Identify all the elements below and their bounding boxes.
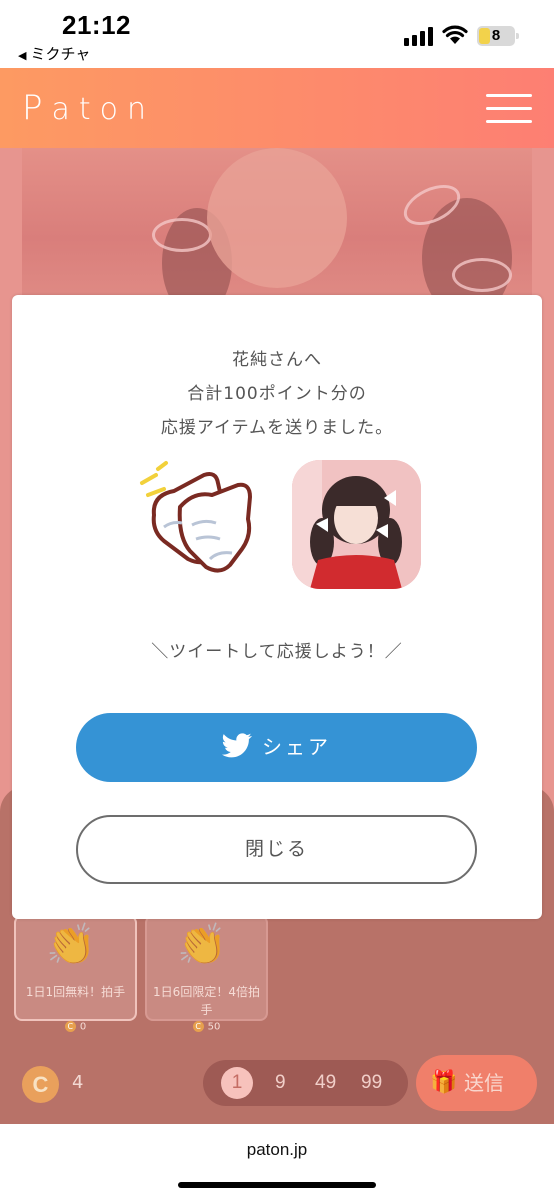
share-button[interactable]: シェア xyxy=(76,713,477,782)
gift-icon: 🎁 xyxy=(430,1070,458,1095)
tweet-prompt: ＼ツイートして応援しよう！／ xyxy=(151,642,403,662)
modal-message-line: 応援アイテムを送りました。 xyxy=(160,418,394,438)
modal-message-line: 花純さんへ xyxy=(232,350,322,370)
back-triangle-icon: ◀ xyxy=(18,49,27,62)
send-button[interactable]: 🎁 送信 xyxy=(416,1055,537,1111)
status-time: 21:12 xyxy=(62,10,131,40)
twitter-bird-icon xyxy=(222,733,252,758)
recipient-photo xyxy=(292,460,421,589)
modal-message-line: 合計100ポイント分の xyxy=(187,384,367,404)
site-header: Paton xyxy=(0,68,554,148)
clapping-hands-icon: 👏 xyxy=(177,922,227,968)
cellular-signal-icon xyxy=(404,26,434,46)
coin-icon: C xyxy=(64,1021,76,1032)
modal-message: 花純さんへ 合計100ポイント分の 応援アイテムを送りました。 xyxy=(12,343,542,445)
item-cost: C 50 xyxy=(145,1021,268,1033)
home-indicator[interactable] xyxy=(178,1182,376,1188)
coin-balance: 4 xyxy=(72,1072,84,1093)
back-app-label: ミクチャ xyxy=(30,45,91,63)
browser-bar: paton.jp xyxy=(0,1124,554,1200)
clapping-hands-icon: 👏 xyxy=(46,922,96,968)
back-to-app-link[interactable]: ◀ ミクチャ xyxy=(18,43,90,64)
quantity-option-99[interactable]: 99 xyxy=(361,1072,382,1094)
hamburger-menu-icon[interactable] xyxy=(486,94,532,124)
item-cost: C0 xyxy=(14,1021,137,1033)
close-button[interactable]: 閉じる xyxy=(76,815,477,884)
recipient-avatar xyxy=(292,460,421,589)
url-label[interactable]: paton.jp xyxy=(0,1140,554,1160)
coin-balance-icon: C xyxy=(22,1066,59,1103)
quantity-option-1[interactable]: 1 xyxy=(221,1067,253,1099)
item-card-4x-clap[interactable]: 👏 1日6回限定！4倍拍手 xyxy=(145,915,268,1021)
quantity-option-49[interactable]: 49 xyxy=(315,1072,336,1094)
coin-icon: C xyxy=(192,1021,204,1032)
item-name: 1日6回限定！4倍拍手 xyxy=(153,985,260,1017)
battery-icon: 8 xyxy=(477,26,519,46)
clapping-gloves-icon xyxy=(140,461,252,573)
item-card-free-clap[interactable]: 👏 1日1回無料！拍手 xyxy=(14,915,137,1021)
paton-logo[interactable]: Paton xyxy=(22,88,155,128)
share-label: シェア xyxy=(262,735,331,759)
quantity-option-9[interactable]: 9 xyxy=(275,1072,286,1094)
item-name: 1日1回無料！拍手 xyxy=(25,985,126,999)
battery-level: 8 xyxy=(491,27,501,44)
send-label: 送信 xyxy=(464,1071,504,1095)
wifi-icon xyxy=(442,25,468,44)
hero-photo xyxy=(22,148,532,298)
support-sent-modal: 花純さんへ 合計100ポイント分の 応援アイテムを送りました。 ＼ツイートして応 xyxy=(12,295,542,919)
status-bar: 21:12 ◀ ミクチャ 8 xyxy=(0,0,554,68)
